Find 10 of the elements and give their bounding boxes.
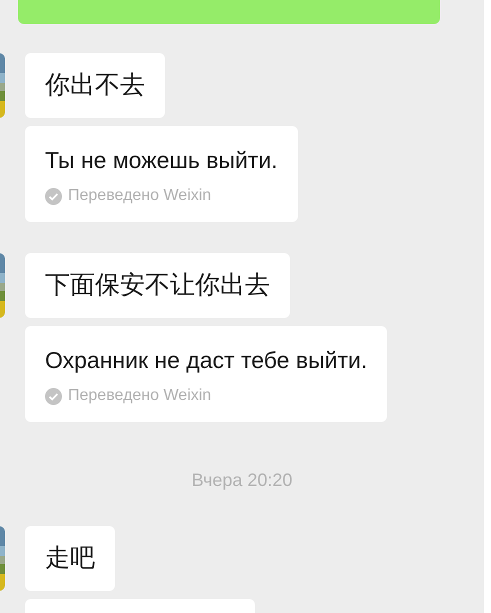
- timestamp: Вчера 20:20: [192, 470, 292, 490]
- message-bubble: 下面保安不让你出去: [25, 253, 290, 318]
- translation-text: Охранник не даст тебе выйти.: [45, 346, 368, 375]
- translation-text: Ты не можешь выйти.: [45, 146, 278, 175]
- translation-note: Переведено Weixin: [68, 186, 212, 206]
- message-bubble: 走吧: [25, 526, 115, 591]
- check-icon: [45, 388, 62, 404]
- check-icon: [45, 188, 62, 204]
- translation-note: Переведено Weixin: [68, 386, 212, 406]
- message-bubble: 你出不去: [25, 53, 165, 118]
